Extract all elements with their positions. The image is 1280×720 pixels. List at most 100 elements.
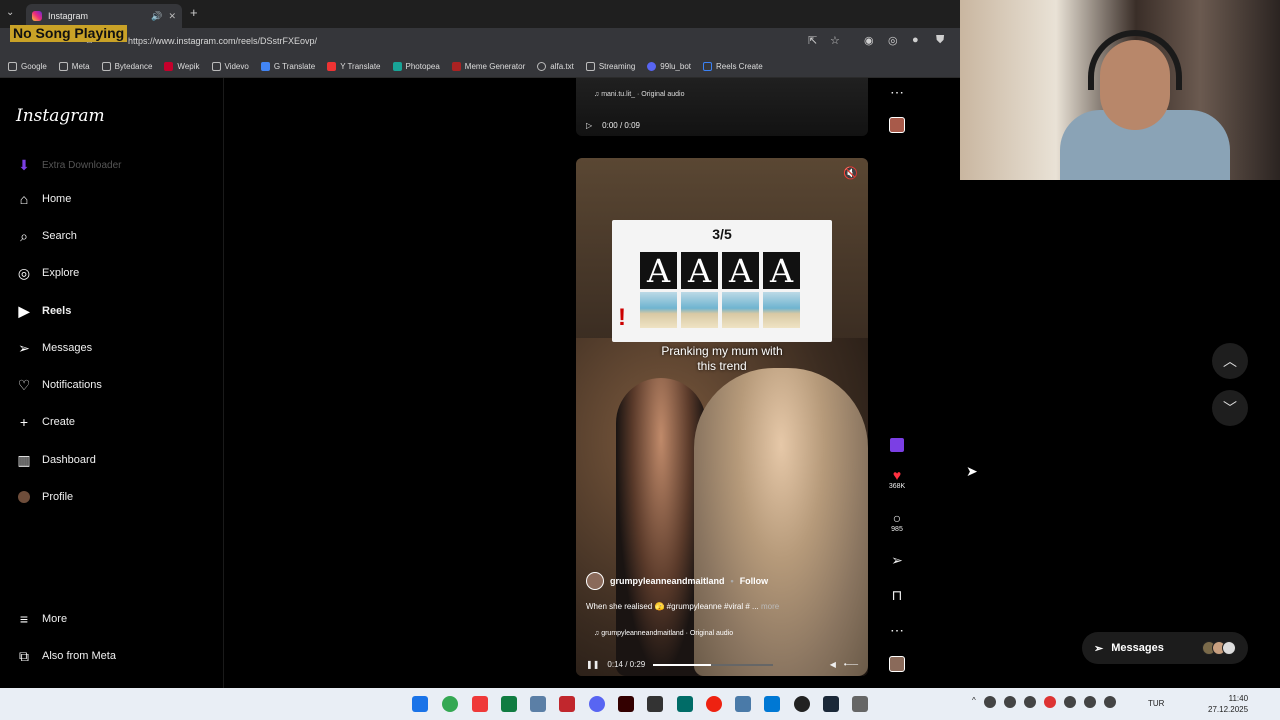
- system-clock[interactable]: 11:40 27.12.2025: [1208, 693, 1248, 715]
- audio-thumbnail[interactable]: [884, 117, 910, 133]
- tray-icon[interactable]: [983, 696, 996, 708]
- record-icon[interactable]: [706, 696, 722, 712]
- outlook-icon[interactable]: [764, 696, 780, 712]
- bookmark-item[interactable]: Google: [8, 62, 47, 71]
- bookmark-item[interactable]: Videvo: [211, 62, 249, 71]
- shield-icon[interactable]: ⛊: [936, 34, 944, 47]
- ellipsis-icon: ⋯: [890, 84, 904, 100]
- bookmarks-bar: Google Meta Bytedance Wepik Videvo G Tra…: [0, 56, 960, 78]
- tab-close-icon[interactable]: ✕: [168, 11, 176, 22]
- tray-icon[interactable]: [1003, 696, 1016, 708]
- author-username[interactable]: grumpyleanneandmaitland: [610, 576, 725, 586]
- volume-icon[interactable]: ◀: [830, 660, 836, 669]
- vivaldi-icon[interactable]: [472, 696, 488, 712]
- folder-icon[interactable]: [735, 696, 751, 712]
- bookmark-item[interactable]: Streaming: [585, 62, 635, 71]
- app-icon[interactable]: [647, 696, 663, 712]
- bookmark-item[interactable]: Wepik: [164, 62, 200, 71]
- illustrator-icon[interactable]: [618, 696, 634, 712]
- reel-description: When she realised 🫣 #grumpyleanne #viral…: [586, 602, 780, 611]
- sidebar-item-search[interactable]: ⌕ Search: [16, 228, 77, 244]
- download-button[interactable]: [884, 438, 910, 452]
- more-link[interactable]: more: [761, 602, 779, 611]
- sidebar-item-create[interactable]: + Create: [16, 414, 75, 430]
- reel-progress-bar[interactable]: [653, 663, 774, 666]
- reel-audio-label[interactable]: ♫ grumpyleanneandmaitland · Original aud…: [594, 630, 733, 637]
- bookmark-item[interactable]: Reels Create: [703, 62, 763, 71]
- sidebar-item-messages[interactable]: ➢ Messages: [16, 340, 92, 356]
- url-field[interactable]: https://www.instagram.com/reels/DSstrFXE…: [128, 36, 317, 46]
- tray-icon[interactable]: [1023, 696, 1036, 708]
- more-options-button[interactable]: ⋯: [884, 84, 910, 100]
- reel-video[interactable]: 🔇 3/5 A A A A ! Pranking my mum with thi…: [576, 158, 868, 676]
- author-avatar[interactable]: [586, 572, 604, 590]
- save-button[interactable]: ⊓: [884, 587, 910, 603]
- tray-icon[interactable]: [1043, 696, 1056, 708]
- extension-icon[interactable]: ●: [912, 34, 919, 46]
- app-icon[interactable]: [852, 696, 868, 712]
- new-tab-button[interactable]: +: [190, 5, 198, 20]
- share-button[interactable]: ➢: [884, 552, 910, 568]
- bookmark-item[interactable]: alfa.txt: [537, 62, 574, 71]
- search-icon: ⌕: [20, 227, 28, 244]
- bookmark-item[interactable]: Bytedance: [101, 62, 152, 71]
- volume-slider[interactable]: •──: [844, 660, 858, 669]
- app-icon[interactable]: [530, 696, 546, 712]
- mute-icon[interactable]: 🔇: [843, 166, 858, 180]
- tab-audio-icon[interactable]: 🔊: [151, 11, 162, 22]
- play-icon[interactable]: ▷: [586, 121, 592, 130]
- next-reel-button[interactable]: ﹀: [1212, 390, 1248, 426]
- chrome-icon[interactable]: [442, 696, 458, 712]
- extension-icon[interactable]: ◎: [888, 34, 898, 47]
- pause-icon[interactable]: ❚❚: [586, 660, 599, 669]
- bookmark-item[interactable]: G Translate: [260, 62, 315, 71]
- bookmark-item[interactable]: Meta: [58, 62, 90, 71]
- folder-icon: [58, 62, 68, 71]
- chevron-up-icon[interactable]: ^: [972, 696, 976, 708]
- comment-button[interactable]: ○ 985: [884, 510, 910, 533]
- microphone-icon[interactable]: [1103, 696, 1116, 708]
- install-app-icon[interactable]: ⇱: [808, 34, 817, 47]
- bookmark-item[interactable]: Y Translate: [327, 62, 381, 71]
- sidebar-item-home[interactable]: ⌂ Home: [16, 191, 72, 207]
- steam-icon[interactable]: [823, 696, 839, 712]
- comment-icon: ○: [892, 510, 902, 526]
- bookmark-item[interactable]: Photopea: [392, 62, 440, 71]
- sidebar-item-extra-downloader[interactable]: ⬇ Extra Downloader: [16, 157, 121, 173]
- more-options-button[interactable]: ⋯: [884, 622, 910, 638]
- tray-icon[interactable]: [1063, 696, 1076, 708]
- tray-icon[interactable]: [1083, 696, 1096, 708]
- discord-icon[interactable]: [589, 696, 605, 712]
- instagram-logo[interactable]: Instagram: [16, 106, 105, 126]
- sidebar-item-profile[interactable]: Profile: [16, 489, 73, 505]
- like-button[interactable]: ♥ 368K: [884, 467, 910, 490]
- reel-audio-label[interactable]: ♫ mani.tu.lit_ · Original audio: [594, 91, 684, 98]
- previous-reel[interactable]: ♫ mani.tu.lit_ · Original audio ▷ 0:00 /…: [576, 78, 868, 136]
- audio-thumbnail-image: [889, 117, 905, 133]
- beach-image: [640, 292, 677, 328]
- sidebar-item-more[interactable]: ≡ More: [16, 611, 67, 627]
- extension-icon[interactable]: ◉: [864, 34, 874, 47]
- bookmark-star-icon[interactable]: ☆: [830, 34, 840, 47]
- bookmark-item[interactable]: Meme Generator: [451, 62, 525, 71]
- follow-button[interactable]: Follow: [740, 576, 769, 586]
- tab-list-chevron-icon[interactable]: ⌄: [6, 7, 14, 18]
- filezilla-icon[interactable]: [559, 696, 575, 712]
- audio-thumbnail[interactable]: [884, 656, 910, 672]
- sidebar-item-notifications[interactable]: ♡ Notifications: [16, 377, 102, 393]
- sidebar-item-dashboard[interactable]: ▥ Dashboard: [16, 452, 95, 468]
- bookmark-item[interactable]: 99lu_bot: [647, 62, 691, 71]
- messages-button[interactable]: ➢ Messages: [1082, 632, 1248, 664]
- obs-icon[interactable]: [794, 696, 810, 712]
- app-icon[interactable]: [677, 696, 693, 712]
- send-icon: ➢: [1094, 642, 1104, 655]
- reels-create-icon: [703, 62, 712, 71]
- windows-start-icon[interactable]: [412, 696, 428, 712]
- terminal-icon[interactable]: [501, 696, 517, 712]
- sidebar-item-explore[interactable]: ◎ Explore: [16, 265, 79, 281]
- sidebar-item-reels[interactable]: ▶ Reels: [16, 303, 72, 319]
- previous-reel-button[interactable]: ︿: [1212, 343, 1248, 379]
- language-indicator[interactable]: TUR: [1148, 699, 1164, 708]
- videvo-icon: [211, 62, 221, 71]
- sidebar-item-also-from-meta[interactable]: ⧉ Also from Meta: [16, 648, 116, 664]
